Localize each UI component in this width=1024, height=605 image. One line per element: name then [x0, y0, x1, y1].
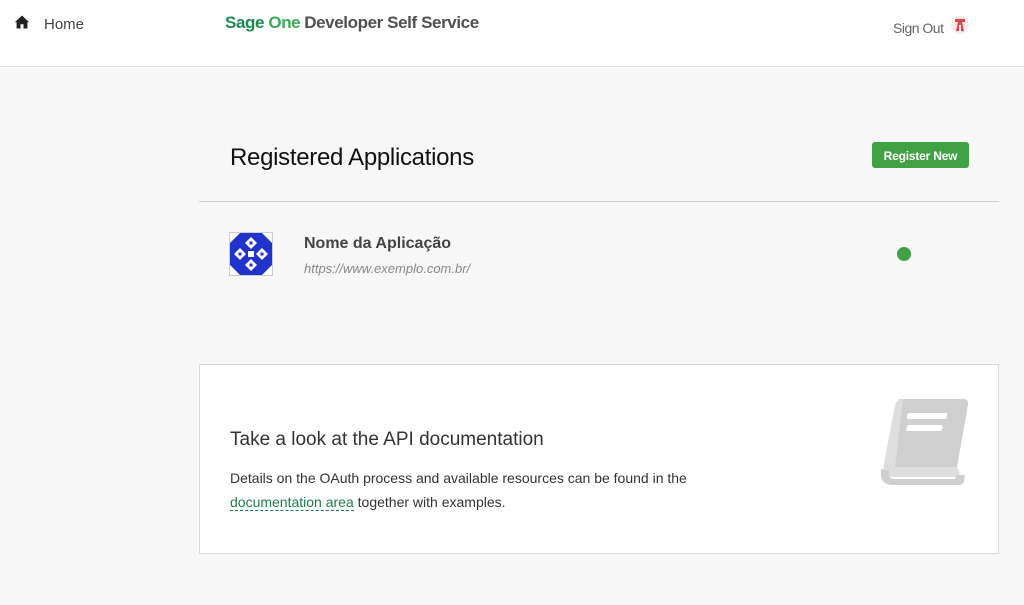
application-list-item[interactable]: Nome da Aplicação https://www.exemplo.co… — [199, 210, 999, 300]
documentation-title: Take a look at the API documentation — [230, 429, 544, 450]
app-url: https://www.exemplo.com.br/ — [304, 261, 471, 276]
signout-icon — [943, 15, 970, 40]
home-icon — [14, 14, 30, 35]
sign-out-label: Sign Out — [893, 19, 944, 36]
register-new-button[interactable]: Register New — [872, 142, 969, 168]
brand-sage: Sage — [225, 13, 265, 32]
documentation-area-link[interactable]: documentation area — [230, 494, 354, 511]
home-label: Home — [44, 16, 85, 33]
book-icon — [875, 397, 975, 487]
page-title: Registered Applications — [230, 144, 474, 171]
documentation-text-before: Details on the OAuth process and availab… — [230, 470, 687, 486]
brand-one: One — [268, 13, 301, 32]
documentation-text: Details on the OAuth process and availab… — [230, 466, 750, 514]
app-name: Nome da Aplicação — [304, 235, 452, 252]
brand-subtitle: Developer Self Service — [304, 13, 479, 32]
status-indicator — [897, 247, 911, 261]
app-logo-icon — [229, 232, 273, 276]
home-link[interactable]: Home — [14, 14, 84, 35]
brand-title: Sage One Developer Self Service — [225, 13, 479, 33]
divider — [199, 201, 999, 202]
sign-out-button[interactable]: Sign Out — [893, 15, 970, 40]
documentation-text-after: together with examples. — [357, 494, 506, 510]
documentation-card: Take a look at the API documentation Det… — [199, 364, 999, 554]
top-navigation-bar: Home Sage One Developer Self Service Sign… — [0, 0, 1024, 67]
